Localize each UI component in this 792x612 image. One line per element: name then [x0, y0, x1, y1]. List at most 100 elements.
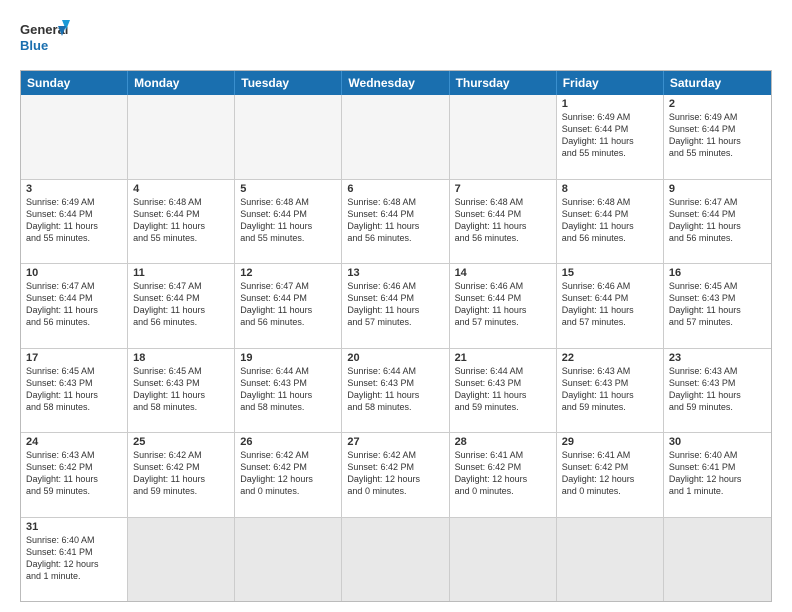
day-cell: 15Sunrise: 6:46 AM Sunset: 6:44 PM Dayli…: [557, 264, 664, 348]
day-number: 12: [240, 267, 336, 279]
day-info: Sunrise: 6:43 AM Sunset: 6:43 PM Dayligh…: [562, 365, 658, 414]
day-info: Sunrise: 6:41 AM Sunset: 6:42 PM Dayligh…: [562, 449, 658, 498]
day-number: 26: [240, 436, 336, 448]
calendar-row: 1Sunrise: 6:49 AM Sunset: 6:44 PM Daylig…: [21, 95, 771, 179]
day-number: 5: [240, 183, 336, 195]
day-cell: 13Sunrise: 6:46 AM Sunset: 6:44 PM Dayli…: [342, 264, 449, 348]
calendar-row: 3Sunrise: 6:49 AM Sunset: 6:44 PM Daylig…: [21, 179, 771, 264]
day-info: Sunrise: 6:40 AM Sunset: 6:41 PM Dayligh…: [669, 449, 766, 498]
calendar-body: 1Sunrise: 6:49 AM Sunset: 6:44 PM Daylig…: [21, 95, 771, 601]
day-info: Sunrise: 6:49 AM Sunset: 6:44 PM Dayligh…: [669, 111, 766, 160]
day-cell: 26Sunrise: 6:42 AM Sunset: 6:42 PM Dayli…: [235, 433, 342, 517]
weekday-header: Saturday: [664, 71, 771, 95]
calendar-page: General Blue SundayMondayTuesdayWednesda…: [0, 0, 792, 612]
calendar-row: 17Sunrise: 6:45 AM Sunset: 6:43 PM Dayli…: [21, 348, 771, 433]
day-cell: 8Sunrise: 6:48 AM Sunset: 6:44 PM Daylig…: [557, 180, 664, 264]
weekday-header: Friday: [557, 71, 664, 95]
calendar-row: 10Sunrise: 6:47 AM Sunset: 6:44 PM Dayli…: [21, 263, 771, 348]
day-number: 25: [133, 436, 229, 448]
day-cell: 20Sunrise: 6:44 AM Sunset: 6:43 PM Dayli…: [342, 349, 449, 433]
empty-cell: [342, 518, 449, 602]
empty-cell: [450, 518, 557, 602]
day-cell: 9Sunrise: 6:47 AM Sunset: 6:44 PM Daylig…: [664, 180, 771, 264]
day-cell: 6Sunrise: 6:48 AM Sunset: 6:44 PM Daylig…: [342, 180, 449, 264]
day-info: Sunrise: 6:42 AM Sunset: 6:42 PM Dayligh…: [347, 449, 443, 498]
day-number: 29: [562, 436, 658, 448]
day-info: Sunrise: 6:47 AM Sunset: 6:44 PM Dayligh…: [240, 280, 336, 329]
day-info: Sunrise: 6:48 AM Sunset: 6:44 PM Dayligh…: [562, 196, 658, 245]
day-number: 22: [562, 352, 658, 364]
day-info: Sunrise: 6:49 AM Sunset: 6:44 PM Dayligh…: [562, 111, 658, 160]
day-number: 23: [669, 352, 766, 364]
weekday-header: Tuesday: [235, 71, 342, 95]
day-info: Sunrise: 6:46 AM Sunset: 6:44 PM Dayligh…: [347, 280, 443, 329]
day-number: 16: [669, 267, 766, 279]
empty-cell: [557, 518, 664, 602]
empty-cell: [450, 95, 557, 179]
empty-cell: [342, 95, 449, 179]
day-number: 28: [455, 436, 551, 448]
empty-cell: [21, 95, 128, 179]
day-number: 19: [240, 352, 336, 364]
day-cell: 28Sunrise: 6:41 AM Sunset: 6:42 PM Dayli…: [450, 433, 557, 517]
empty-cell: [664, 518, 771, 602]
day-number: 24: [26, 436, 122, 448]
day-number: 13: [347, 267, 443, 279]
empty-cell: [235, 518, 342, 602]
day-cell: 30Sunrise: 6:40 AM Sunset: 6:41 PM Dayli…: [664, 433, 771, 517]
calendar-header: SundayMondayTuesdayWednesdayThursdayFrid…: [21, 71, 771, 95]
day-number: 9: [669, 183, 766, 195]
day-number: 27: [347, 436, 443, 448]
day-number: 20: [347, 352, 443, 364]
day-number: 31: [26, 521, 122, 533]
day-info: Sunrise: 6:48 AM Sunset: 6:44 PM Dayligh…: [133, 196, 229, 245]
day-info: Sunrise: 6:46 AM Sunset: 6:44 PM Dayligh…: [562, 280, 658, 329]
page-header: General Blue: [20, 16, 772, 60]
day-cell: 4Sunrise: 6:48 AM Sunset: 6:44 PM Daylig…: [128, 180, 235, 264]
day-info: Sunrise: 6:47 AM Sunset: 6:44 PM Dayligh…: [26, 280, 122, 329]
day-cell: 3Sunrise: 6:49 AM Sunset: 6:44 PM Daylig…: [21, 180, 128, 264]
weekday-header: Monday: [128, 71, 235, 95]
day-cell: 1Sunrise: 6:49 AM Sunset: 6:44 PM Daylig…: [557, 95, 664, 179]
day-info: Sunrise: 6:49 AM Sunset: 6:44 PM Dayligh…: [26, 196, 122, 245]
day-cell: 7Sunrise: 6:48 AM Sunset: 6:44 PM Daylig…: [450, 180, 557, 264]
day-info: Sunrise: 6:48 AM Sunset: 6:44 PM Dayligh…: [240, 196, 336, 245]
day-cell: 11Sunrise: 6:47 AM Sunset: 6:44 PM Dayli…: [128, 264, 235, 348]
day-number: 18: [133, 352, 229, 364]
day-info: Sunrise: 6:44 AM Sunset: 6:43 PM Dayligh…: [240, 365, 336, 414]
day-info: Sunrise: 6:48 AM Sunset: 6:44 PM Dayligh…: [347, 196, 443, 245]
day-info: Sunrise: 6:45 AM Sunset: 6:43 PM Dayligh…: [26, 365, 122, 414]
day-info: Sunrise: 6:42 AM Sunset: 6:42 PM Dayligh…: [133, 449, 229, 498]
day-cell: 17Sunrise: 6:45 AM Sunset: 6:43 PM Dayli…: [21, 349, 128, 433]
day-info: Sunrise: 6:46 AM Sunset: 6:44 PM Dayligh…: [455, 280, 551, 329]
day-cell: 23Sunrise: 6:43 AM Sunset: 6:43 PM Dayli…: [664, 349, 771, 433]
calendar-row: 24Sunrise: 6:43 AM Sunset: 6:42 PM Dayli…: [21, 432, 771, 517]
day-cell: 2Sunrise: 6:49 AM Sunset: 6:44 PM Daylig…: [664, 95, 771, 179]
day-cell: 19Sunrise: 6:44 AM Sunset: 6:43 PM Dayli…: [235, 349, 342, 433]
day-cell: 25Sunrise: 6:42 AM Sunset: 6:42 PM Dayli…: [128, 433, 235, 517]
day-info: Sunrise: 6:42 AM Sunset: 6:42 PM Dayligh…: [240, 449, 336, 498]
day-info: Sunrise: 6:44 AM Sunset: 6:43 PM Dayligh…: [455, 365, 551, 414]
day-cell: 31Sunrise: 6:40 AM Sunset: 6:41 PM Dayli…: [21, 518, 128, 602]
day-info: Sunrise: 6:43 AM Sunset: 6:42 PM Dayligh…: [26, 449, 122, 498]
day-number: 30: [669, 436, 766, 448]
weekday-header: Thursday: [450, 71, 557, 95]
weekday-header: Wednesday: [342, 71, 449, 95]
day-cell: 27Sunrise: 6:42 AM Sunset: 6:42 PM Dayli…: [342, 433, 449, 517]
day-number: 7: [455, 183, 551, 195]
day-info: Sunrise: 6:41 AM Sunset: 6:42 PM Dayligh…: [455, 449, 551, 498]
day-number: 4: [133, 183, 229, 195]
svg-text:Blue: Blue: [20, 38, 48, 53]
day-cell: 5Sunrise: 6:48 AM Sunset: 6:44 PM Daylig…: [235, 180, 342, 264]
logo: General Blue: [20, 16, 70, 60]
day-info: Sunrise: 6:45 AM Sunset: 6:43 PM Dayligh…: [133, 365, 229, 414]
logo-svg: General Blue: [20, 16, 70, 60]
day-cell: 29Sunrise: 6:41 AM Sunset: 6:42 PM Dayli…: [557, 433, 664, 517]
empty-cell: [128, 518, 235, 602]
day-cell: 12Sunrise: 6:47 AM Sunset: 6:44 PM Dayli…: [235, 264, 342, 348]
day-number: 8: [562, 183, 658, 195]
empty-cell: [128, 95, 235, 179]
day-number: 2: [669, 98, 766, 110]
day-info: Sunrise: 6:48 AM Sunset: 6:44 PM Dayligh…: [455, 196, 551, 245]
day-info: Sunrise: 6:44 AM Sunset: 6:43 PM Dayligh…: [347, 365, 443, 414]
